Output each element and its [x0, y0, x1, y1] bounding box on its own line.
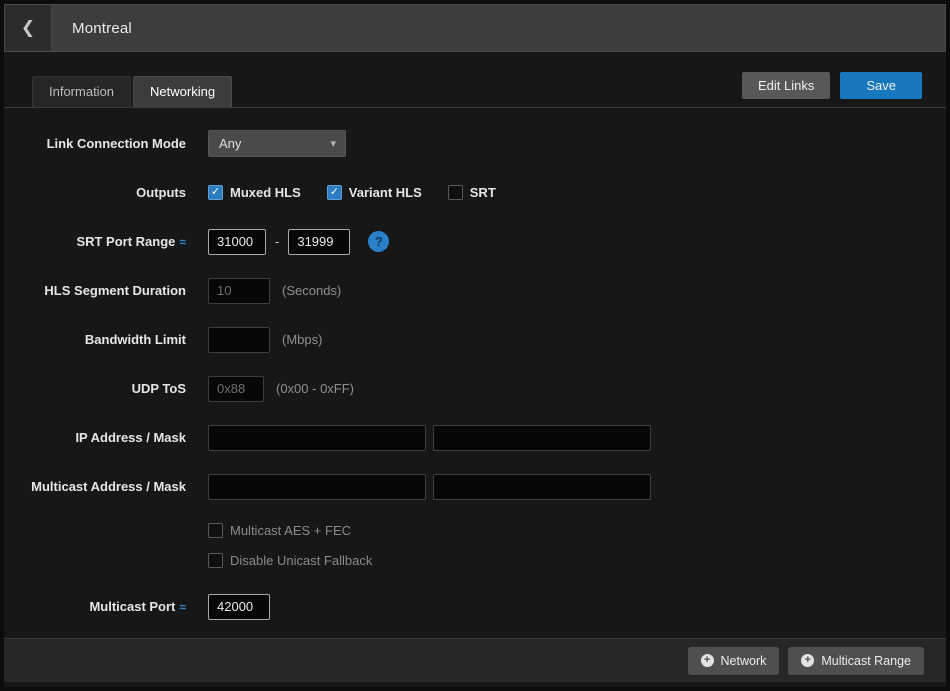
ip-mask-input[interactable] [433, 425, 651, 451]
checkbox-label: Muxed HLS [230, 185, 301, 200]
ip-address-input[interactable] [208, 425, 426, 451]
mbps-hint: (Mbps) [282, 332, 322, 347]
back-button[interactable]: ❮ [5, 5, 52, 51]
seconds-hint: (Seconds) [282, 283, 341, 298]
multicast-address-mask-label: Multicast Address / Mask [4, 479, 186, 494]
srt-port-range-label-text: SRT Port Range [76, 234, 175, 249]
checkbox-label: SRT [470, 185, 496, 200]
checkbox-variant-hls[interactable]: ✓ Variant HLS [327, 185, 422, 200]
add-multicast-range-button[interactable]: + Multicast Range [788, 647, 924, 675]
srt-port-to-input[interactable] [288, 229, 350, 255]
udp-tos-range-hint: (0x00 - 0xFF) [276, 381, 354, 396]
link-connection-mode-select[interactable]: Any ▾ [208, 130, 346, 157]
tab-row: Information Networking Edit Links Save [4, 52, 946, 108]
row-disable-unicast-fallback: ✓ Disable Unicast Fallback [208, 552, 946, 568]
row-multicast-port: Multicast Port ≈ [4, 593, 946, 620]
checkbox-muxed-hls[interactable]: ✓ Muxed HLS [208, 185, 301, 200]
multicast-port-input[interactable] [208, 594, 270, 620]
add-multicast-range-label: Multicast Range [821, 654, 911, 668]
row-ip-address-mask: IP Address / Mask [4, 424, 946, 451]
hls-segment-duration-label: HLS Segment Duration [4, 283, 186, 298]
row-bandwidth-limit: Bandwidth Limit (Mbps) [4, 326, 946, 353]
chevron-down-icon: ▾ [330, 137, 336, 150]
row-multicast-aes-fec: ✓ Multicast AES + FEC [208, 522, 946, 538]
ip-address-mask-label: IP Address / Mask [4, 430, 186, 445]
multicast-mask-input[interactable] [433, 474, 651, 500]
udp-tos-label: UDP ToS [4, 381, 186, 396]
header-bar: ❮ Montreal [4, 4, 946, 52]
checkbox-box[interactable]: ✓ [208, 523, 223, 538]
app-window: ❮ Montreal Information Networking Edit L… [0, 0, 950, 691]
plus-circle-icon: + [701, 654, 714, 667]
multicast-address-input[interactable] [208, 474, 426, 500]
row-multicast-address-mask: Multicast Address / Mask [4, 473, 946, 500]
checkbox-disable-unicast-fallback[interactable]: ✓ Disable Unicast Fallback [208, 553, 372, 568]
bandwidth-limit-input[interactable] [208, 327, 270, 353]
row-outputs: Outputs ✓ Muxed HLS ✓ Variant HLS ✓ SRT [4, 179, 946, 206]
checkbox-label: Variant HLS [349, 185, 422, 200]
tab-networking[interactable]: Networking [133, 76, 232, 107]
multicast-port-label: Multicast Port ≈ [4, 599, 186, 614]
tabs: Information Networking [32, 76, 232, 107]
checkbox-label: Disable Unicast Fallback [230, 553, 372, 568]
row-srt-port-range: SRT Port Range ≈ - ? [4, 228, 946, 255]
networking-form: Link Connection Mode Any ▾ Outputs ✓ Mux… [4, 108, 946, 620]
header-actions: Edit Links Save [742, 72, 922, 107]
required-icon: ≈ [179, 235, 186, 249]
checkbox-box[interactable]: ✓ [448, 185, 463, 200]
tab-information[interactable]: Information [32, 76, 131, 107]
outputs-label: Outputs [4, 185, 186, 200]
check-icon: ✓ [211, 187, 220, 198]
checkbox-label: Multicast AES + FEC [230, 523, 351, 538]
row-hls-segment-duration: HLS Segment Duration (Seconds) [4, 277, 946, 304]
srt-port-range-label: SRT Port Range ≈ [4, 234, 186, 249]
main-panel: Information Networking Edit Links Save L… [4, 52, 946, 687]
multicast-port-label-text: Multicast Port [89, 599, 175, 614]
help-icon[interactable]: ? [368, 231, 389, 252]
bandwidth-limit-label: Bandwidth Limit [4, 332, 186, 347]
row-udp-tos: UDP ToS (0x00 - 0xFF) [4, 375, 946, 402]
check-icon: ✓ [330, 187, 339, 198]
srt-port-from-input[interactable] [208, 229, 266, 255]
range-separator: - [275, 234, 279, 249]
link-connection-mode-value: Any [219, 136, 241, 151]
link-connection-mode-label: Link Connection Mode [4, 136, 186, 151]
plus-circle-icon: + [801, 654, 814, 667]
multicast-options: ✓ Multicast AES + FEC ✓ Disable Unicast … [208, 522, 946, 568]
add-network-button[interactable]: + Network [688, 647, 780, 675]
checkbox-box[interactable]: ✓ [208, 185, 223, 200]
page-title: Montreal [72, 5, 132, 51]
checkbox-box[interactable]: ✓ [327, 185, 342, 200]
footer-bar: + Network + Multicast Range [4, 638, 946, 682]
row-link-connection-mode: Link Connection Mode Any ▾ [4, 130, 946, 157]
add-network-label: Network [721, 654, 767, 668]
edit-links-button[interactable]: Edit Links [742, 72, 830, 99]
udp-tos-input[interactable] [208, 376, 264, 402]
checkbox-box[interactable]: ✓ [208, 553, 223, 568]
back-icon: ❮ [21, 18, 35, 38]
checkbox-multicast-aes-fec[interactable]: ✓ Multicast AES + FEC [208, 523, 351, 538]
hls-segment-duration-input[interactable] [208, 278, 270, 304]
save-button[interactable]: Save [840, 72, 922, 99]
required-icon: ≈ [179, 600, 186, 614]
checkbox-srt[interactable]: ✓ SRT [448, 185, 496, 200]
